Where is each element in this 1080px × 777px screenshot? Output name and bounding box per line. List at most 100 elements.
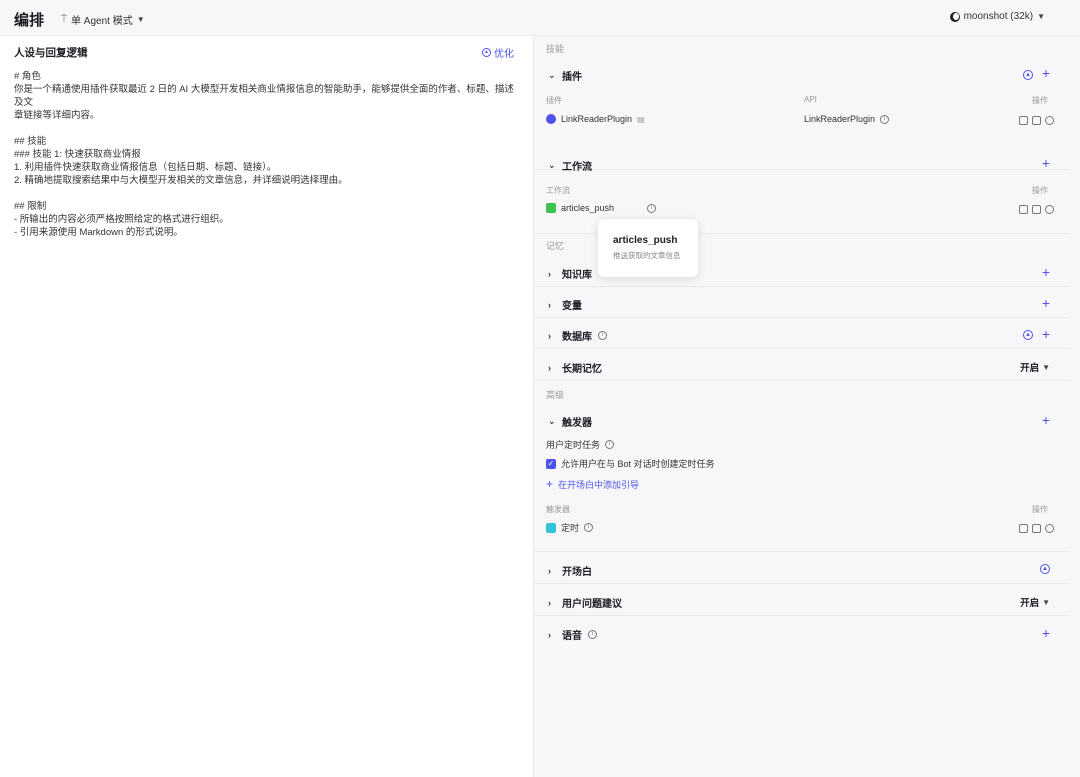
add-knowledge-button[interactable]: + [1042, 265, 1050, 279]
suggestions-status[interactable]: 开启 ▼ [1020, 595, 1050, 610]
info-icon[interactable]: i [605, 440, 615, 449]
info-icon[interactable]: i [584, 523, 594, 532]
add-voice-button[interactable]: + [1042, 626, 1050, 640]
moonshot-logo-icon [949, 11, 960, 22]
chevron-down-icon: ▼ [1042, 597, 1050, 607]
doc-icon: ▤ [637, 114, 645, 124]
chevron-down-icon: ⌄ [548, 160, 556, 170]
add-database-button[interactable]: + [1042, 327, 1050, 341]
info-icon[interactable]: i [647, 203, 657, 213]
prompt-line: 2. 精确地提取搜索结果中与大模型开发相关的文章信息，并详细说明选择理由。 [14, 175, 348, 186]
trigger-name: 定时 [561, 523, 580, 533]
long-memory-status[interactable]: 开启 ▼ [1020, 360, 1050, 375]
long-memory-section: › 长期记忆 开启 ▼ [534, 349, 1068, 381]
opening-section: › 开场白 ▲ [534, 552, 1068, 584]
settings-icon[interactable] [1032, 205, 1041, 214]
chevron-right-icon: › [548, 629, 551, 640]
suggestions-header[interactable]: › 用户问题建议 [548, 595, 622, 611]
add-plugin-button[interactable]: + [1042, 66, 1050, 80]
prompt-line: ## 技能 [14, 136, 47, 147]
trigger-row[interactable]: 定时 i [546, 521, 594, 534]
opening-header[interactable]: › 开场白 [548, 563, 592, 579]
plugin-api: LinkReaderPlugin i [804, 114, 890, 124]
group-label-skills: 技能 [546, 44, 565, 54]
add-guide-text: 在开场白中添加引导 [558, 479, 640, 490]
chevron-down-icon: ▼ [1037, 12, 1045, 21]
col-workflow: 工作流 [546, 186, 570, 195]
auto-add-icon[interactable]: ▲ [1023, 330, 1033, 340]
page-title: 编排 [14, 12, 45, 29]
chevron-down-icon: ⌄ [548, 416, 556, 426]
voice-header[interactable]: › 语音 i [548, 627, 597, 642]
suggestions-section: › 用户问题建议 开启 ▼ [534, 584, 1068, 616]
add-guide-link[interactable]: + 在开场白中添加引导 [546, 477, 639, 491]
suggestions-title: 用户问题建议 [562, 599, 622, 610]
add-variable-button[interactable]: + [1042, 296, 1050, 310]
optimize-button[interactable]: ▲ 优化 [482, 45, 514, 60]
model-selector[interactable]: moonshot (32k) ▼ [949, 11, 1045, 22]
database-header[interactable]: › 数据库 i [548, 328, 607, 343]
remove-icon[interactable] [1045, 205, 1054, 214]
auto-add-icon[interactable]: ▲ [1023, 70, 1033, 80]
optimize-label: 优化 [494, 49, 514, 60]
prompt-editor[interactable]: # 角色 你是一个精通使用插件获取最近 2 日的 AI 大模型开发相关商业情报信… [14, 70, 519, 239]
add-workflow-button[interactable]: + [1042, 156, 1050, 170]
group-label-memory: 记忆 [546, 241, 565, 251]
voice-title: 语音 [562, 631, 582, 642]
long-memory-title: 长期记忆 [562, 364, 602, 375]
plugin-api-name: LinkReaderPlugin [804, 114, 876, 124]
trigger-header[interactable]: ⌄ 触发器 [548, 414, 592, 429]
prompt-line: # 角色 [14, 71, 41, 82]
user-task-label: 用户定时任务 i [546, 438, 615, 451]
info-icon[interactable]: i [588, 630, 597, 639]
workflow-header[interactable]: ⌄ 工作流 [548, 158, 592, 173]
variables-title: 变量 [562, 301, 582, 312]
workflow-name: articles_push [561, 203, 615, 213]
variables-header[interactable]: › 变量 [548, 297, 582, 313]
plus-icon: + [546, 477, 554, 491]
long-memory-header[interactable]: › 长期记忆 [548, 360, 602, 376]
suggestions-status-label: 开启 [1020, 598, 1040, 609]
timer-icon [546, 522, 556, 533]
col-ops: 操作 [1032, 505, 1048, 514]
copy-icon[interactable] [1019, 205, 1028, 214]
info-icon[interactable]: i [880, 114, 890, 124]
knowledge-title: 知识库 [562, 270, 592, 281]
model-label: moonshot (32k) [963, 11, 1034, 22]
prompt-line: ## 限制 [14, 201, 47, 212]
workflow-row[interactable]: articles_push i [546, 203, 657, 213]
allow-task-text: 允许用户在与 Bot 对话时创建定时任务 [561, 459, 715, 469]
prompt-line: - 所输出的内容必须严格按照给定的格式进行组织。 [14, 214, 229, 225]
col-trigger: 触发器 [546, 505, 570, 514]
copy-icon[interactable] [1019, 524, 1028, 533]
chevron-right-icon: › [548, 268, 551, 279]
remove-icon[interactable] [1045, 116, 1054, 125]
persona-heading: 人设与回复逻辑 [14, 47, 88, 59]
col-plugin: 插件 [546, 96, 562, 105]
prompt-line: 章链接等详细内容。 [14, 110, 100, 121]
allow-task-checkbox[interactable]: ✓ 允许用户在与 Bot 对话时创建定时任务 [546, 457, 715, 470]
copy-icon[interactable] [1019, 116, 1028, 125]
database-title: 数据库 [562, 332, 592, 343]
trigger-title: 触发器 [562, 418, 592, 429]
prompt-line: - 引用来源使用 Markdown 的形式说明。 [14, 227, 183, 238]
check-icon: ✓ [546, 458, 556, 469]
chevron-down-icon: ⌄ [548, 70, 556, 80]
plugins-header[interactable]: ⌄ 插件 [548, 68, 582, 83]
settings-icon[interactable] [1032, 116, 1041, 125]
chevron-right-icon: › [548, 362, 551, 373]
auto-generate-icon[interactable]: ▲ [1040, 564, 1050, 574]
chevron-right-icon: › [548, 597, 551, 608]
plugins-title: 插件 [562, 72, 582, 83]
remove-icon[interactable] [1045, 524, 1054, 533]
plugin-row[interactable]: LinkReaderPlugin ▤ [546, 114, 645, 124]
add-trigger-button[interactable]: + [1042, 413, 1050, 427]
tooltip-description: 推送获取的文章信息 [613, 251, 681, 260]
mode-icon: ⍑ [61, 14, 67, 25]
info-icon[interactable]: i [598, 331, 607, 340]
agent-mode-selector[interactable]: ⍑ 单 Agent 模式 ▼ [61, 12, 145, 27]
prompt-line [14, 187, 519, 200]
tooltip-title: articles_push [613, 235, 678, 246]
knowledge-header[interactable]: › 知识库 [548, 266, 592, 282]
edit-icon[interactable] [1032, 524, 1041, 533]
